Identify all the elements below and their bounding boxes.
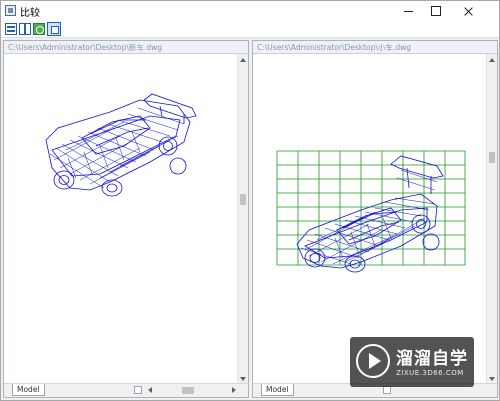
left-horizontal-scrollbar[interactable] — [146, 386, 238, 395]
scroll-up-icon[interactable] — [240, 58, 246, 62]
left-model-tab[interactable]: Model — [12, 384, 45, 396]
car-wireframe-drawing — [45, 93, 197, 197]
scroll-down-icon[interactable] — [240, 377, 246, 381]
play-logo-icon — [356, 344, 390, 378]
scroll-up-icon[interactable] — [489, 58, 495, 62]
watermark-badge: 溜溜自学 ZIXUE.3D66.COM — [350, 337, 474, 387]
scroll-thumb[interactable] — [240, 194, 246, 205]
tab-nav-icon[interactable] — [134, 386, 142, 394]
minimize-button[interactable] — [393, 1, 423, 21]
vertical-split-icon[interactable] — [19, 23, 31, 35]
scroll-right-icon[interactable] — [232, 387, 236, 393]
left-pane-path: C:\Users\Administrator\Desktop\新车.dwg — [4, 41, 248, 54]
watermark-url: ZIXUE.3D66.COM — [396, 369, 464, 377]
close-button[interactable] — [453, 1, 483, 21]
right-pane-path: C:\Users\Administrator\Desktop\小车.dwg — [253, 41, 497, 54]
toolbar — [1, 21, 499, 38]
zoom-extents-icon[interactable] — [47, 22, 61, 36]
maximize-button[interactable] — [421, 1, 451, 21]
left-bottom-bar: Model — [4, 383, 248, 397]
left-vertical-scrollbar[interactable] — [237, 54, 248, 385]
left-drawing-canvas[interactable] — [4, 54, 238, 385]
title-bar[interactable]: 比较 — [1, 1, 499, 21]
tab-nav-icon[interactable] — [383, 386, 391, 394]
compare-window: 比较 C:\Users\Administrator\Desktop\新车.dwg — [0, 0, 500, 401]
app-icon — [5, 5, 16, 16]
scroll-thumb[interactable] — [489, 152, 495, 163]
car-wireframe-with-grid-drawing — [276, 150, 466, 273]
refresh-icon[interactable] — [33, 23, 45, 35]
scroll-left-icon[interactable] — [148, 387, 152, 393]
scroll-down-icon[interactable] — [489, 377, 495, 381]
window-title: 比较 — [20, 8, 40, 19]
hscroll-thumb[interactable] — [182, 387, 194, 394]
right-drawing-canvas[interactable] — [253, 54, 487, 385]
watermark-brand: 溜溜自学 — [396, 349, 468, 369]
horizontal-split-icon[interactable] — [5, 23, 17, 35]
right-vertical-scrollbar[interactable] — [486, 54, 497, 385]
left-drawing-pane: C:\Users\Administrator\Desktop\新车.dwg Mo… — [3, 40, 249, 398]
right-model-tab[interactable]: Model — [261, 384, 294, 396]
